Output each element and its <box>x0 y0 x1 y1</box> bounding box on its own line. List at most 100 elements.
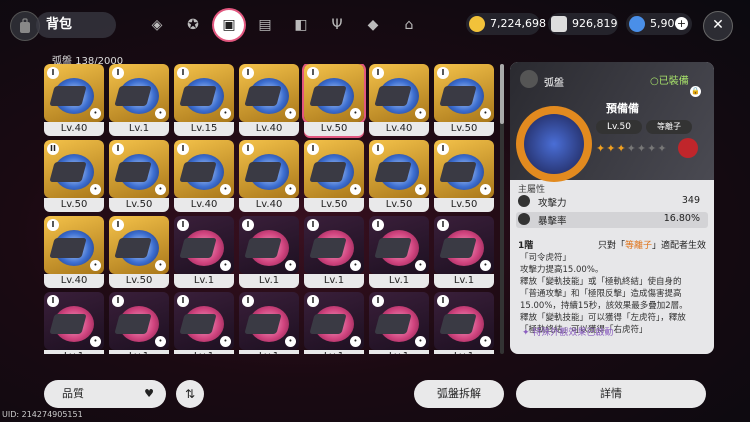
lock-icon[interactable]: 🔒 <box>690 86 701 97</box>
desc-title: 「司令虎符」 <box>520 253 572 263</box>
item-image: I • <box>239 292 299 350</box>
item-card[interactable]: I • Lv.15 <box>174 64 234 136</box>
tier-badge: I <box>47 67 59 79</box>
item-level: Lv.1 <box>434 274 494 288</box>
lock-icon: • <box>350 260 361 271</box>
quality-filter[interactable]: 品質 ♥ <box>44 380 166 408</box>
item-level: Lv.1 <box>304 274 364 288</box>
item-card[interactable]: I • Lv.40 <box>239 140 299 212</box>
item-card[interactable]: I • Lv.40 <box>44 64 104 136</box>
lock-icon: • <box>220 184 231 195</box>
item-card[interactable]: I•Lv.1 <box>109 64 169 136</box>
item-image: I • <box>109 64 169 122</box>
tab-food[interactable]: Ψ <box>322 10 352 40</box>
add-icon[interactable]: + <box>675 17 688 30</box>
item-level: Lv.1 <box>369 274 429 288</box>
disc-image <box>516 106 592 182</box>
gold-coin-counter: 7,224,698 <box>466 13 546 35</box>
disc-type-icon <box>520 70 538 88</box>
item-level: Lv.1 <box>239 350 299 354</box>
tab-home[interactable]: ⌂ <box>394 10 424 40</box>
lock-icon: • <box>90 108 101 119</box>
tier-badge: I <box>307 295 319 307</box>
detail-panel: 弧盤 ○已裝備 🔒 預備備 Lv.50 等離子 ✦✦✦✦✦✦✦ 主屬性 攻擊力 … <box>510 62 714 354</box>
gold-coin-icon <box>469 16 485 32</box>
lock-icon: • <box>155 184 166 195</box>
details-button[interactable]: 詳情 <box>516 380 706 408</box>
lock-icon: • <box>155 108 166 119</box>
sort-button[interactable]: ⇅ <box>176 380 204 408</box>
item-card[interactable]: I•Lv.1 <box>369 216 429 288</box>
item-level: Lv.40 <box>239 122 299 136</box>
item-card[interactable]: I • Lv.50 <box>369 140 429 212</box>
item-card[interactable]: I • Lv.40 <box>174 140 234 212</box>
item-card[interactable]: I•Lv.1 <box>239 216 299 288</box>
tab-device[interactable]: ▣ <box>214 10 244 40</box>
item-card[interactable]: I•Lv.1 <box>174 292 234 354</box>
item-card[interactable]: I • Lv.40 <box>44 216 104 288</box>
item-card[interactable]: I • Lv.50 <box>304 140 364 212</box>
attack-icon <box>518 195 530 207</box>
tier-badge: I <box>242 67 254 79</box>
item-image: I • <box>239 140 299 198</box>
item-card[interactable]: I • Lv.50 <box>434 140 494 212</box>
item-card[interactable]: I • Lv.1 <box>434 216 494 288</box>
item-image: I • <box>239 64 299 122</box>
item-card[interactable]: I • Lv.50 <box>109 140 169 212</box>
scrollbar-thumb[interactable] <box>500 64 504 124</box>
close-button[interactable]: ✕ <box>703 11 733 41</box>
item-card[interactable]: I • Lv.40 <box>239 64 299 136</box>
tier-badge: I <box>437 219 449 231</box>
item-card[interactable]: I•Lv.1 <box>369 292 429 354</box>
item-card[interactable]: I•Lv.1 <box>239 292 299 354</box>
item-card[interactable]: I • Lv.40 <box>369 64 429 136</box>
lock-icon: • <box>155 336 166 347</box>
item-image: I • <box>369 64 429 122</box>
dismantle-button[interactable]: 弧盤拆解 <box>414 380 504 408</box>
tab-materials[interactable]: ◧ <box>286 10 316 40</box>
stat-row-attack: 攻擊力 349 <box>516 194 708 210</box>
tier-badge: I <box>177 295 189 307</box>
lock-icon: • <box>90 260 101 271</box>
stat-row-crit: 暴擊率 16.80% <box>516 212 708 228</box>
item-card[interactable]: I • Lv.50 <box>109 216 169 288</box>
item-level: Lv.50 <box>109 274 169 288</box>
item-card[interactable]: I•Lv.1 <box>174 216 234 288</box>
tier-badge: I <box>437 67 449 79</box>
item-card[interactable]: I • Lv.50 <box>304 64 364 136</box>
tier-badge: II <box>47 143 59 155</box>
gem-counter[interactable]: 5,904 + <box>626 13 692 35</box>
scrollbar[interactable] <box>500 64 504 354</box>
bonus-element: 等離子 <box>624 241 652 251</box>
item-image: I • <box>174 140 234 198</box>
detail-header: 弧盤 ○已裝備 🔒 預備備 Lv.50 等離子 ✦✦✦✦✦✦✦ <box>510 62 714 182</box>
item-image: I • <box>239 216 299 274</box>
tab-bangboo[interactable]: ✪ <box>178 10 208 40</box>
lock-icon: • <box>415 260 426 271</box>
tab-pass[interactable]: ◆ <box>358 10 388 40</box>
star-icon: ✦ <box>626 142 637 155</box>
item-card[interactable]: I•Lv.1 <box>109 292 169 354</box>
tier-badge: I <box>307 67 319 79</box>
detail-title: 弧盤 <box>544 78 564 89</box>
item-card[interactable]: I•Lv.1 <box>44 292 104 354</box>
item-image: I • <box>304 64 364 122</box>
tier-badge: I <box>242 143 254 155</box>
tab-drive-disc[interactable]: ▤ <box>250 10 280 40</box>
item-image: I • <box>109 216 169 274</box>
lock-icon: • <box>480 260 491 271</box>
item-image: I • <box>304 216 364 274</box>
lock-icon: • <box>480 336 491 347</box>
tier-badge: I <box>242 295 254 307</box>
item-image: I • <box>109 140 169 198</box>
item-card[interactable]: II • Lv.50 <box>44 140 104 212</box>
lock-icon: • <box>285 108 296 119</box>
lock-icon: • <box>480 108 491 119</box>
tier-badge: I <box>112 219 124 231</box>
tab-disc[interactable]: ◈ <box>142 10 172 40</box>
item-card[interactable]: I • Lv.50 <box>434 64 494 136</box>
item-level: Lv.1 <box>304 350 364 354</box>
item-card[interactable]: I•Lv.1 <box>434 292 494 354</box>
item-card[interactable]: I•Lv.1 <box>304 292 364 354</box>
item-card[interactable]: I•Lv.1 <box>304 216 364 288</box>
